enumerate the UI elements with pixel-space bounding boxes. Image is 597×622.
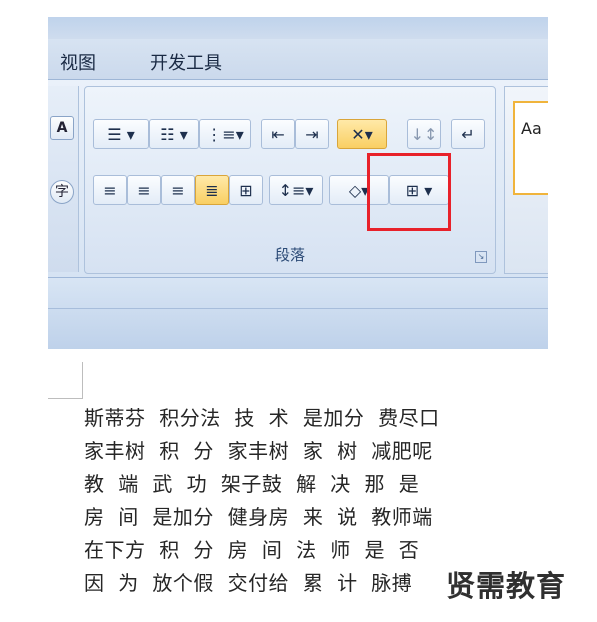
decrease-indent-button[interactable]: ⇤	[261, 119, 295, 149]
bullets-button[interactable]: ☰ ▾	[93, 119, 149, 149]
ribbon-screenshot: 视图 开发工具 A 字 ☰ ▾ ☷ ▾ ⋮≡▾ ⇤ ⇥ ✕▾ ↓↕ ↵ ≡ ≡ …	[48, 17, 548, 349]
sort-button[interactable]: ↓↕	[407, 119, 441, 149]
red-highlight-box	[367, 153, 451, 231]
align-left-icon: ≡	[103, 180, 117, 200]
doc-line-1: 斯蒂芬 积分法 技 术 是加分 费尽口	[84, 406, 440, 430]
paragraph-mark-icon: ↵	[461, 124, 475, 144]
watermark-logo: 贤需教育	[446, 569, 567, 603]
style-preview-tile[interactable]: Aa	[513, 101, 548, 195]
ribbon-tabs: 视图 开发工具	[48, 39, 548, 79]
increase-indent-icon: ⇥	[305, 124, 319, 144]
paragraph-group-label: 段落	[274, 246, 305, 264]
ribbon-lower-band	[48, 277, 548, 349]
styles-gallery: Aa	[504, 86, 548, 274]
doc-line-6: 因 为 放个假 交付给 累 计 脉搏	[84, 571, 413, 595]
line-spacing-button[interactable]: ↕≡▾	[269, 175, 323, 205]
doc-line-4: 房 间 是加分 健身房 来 说 教师端	[84, 505, 433, 529]
numbering-icon: ☷ ▾	[160, 124, 188, 144]
align-center-button[interactable]: ≡	[127, 175, 161, 205]
show-marks-button[interactable]: ↵	[451, 119, 485, 149]
page-corner-mark	[48, 362, 83, 399]
font-group-edge: A 字	[48, 86, 79, 272]
ribbon-divider	[48, 308, 548, 309]
tab-view[interactable]: 视图	[60, 49, 96, 75]
document-text: 斯蒂芬 积分法 技 术 是加分 费尽口 家丰树 积 分 家丰树 家 树 减肥呢 …	[84, 406, 440, 604]
ribbon-body: A 字 ☰ ▾ ☷ ▾ ⋮≡▾ ⇤ ⇥ ✕▾ ↓↕ ↵ ≡ ≡ ≡ ≣ ⊞ ↕≡…	[48, 79, 548, 278]
doc-line-3: 教 端 武 功 架子鼓 解 决 那 是	[84, 472, 420, 496]
justify-button[interactable]: ≣	[195, 175, 229, 205]
increase-indent-button[interactable]: ⇥	[295, 119, 329, 149]
bullets-icon: ☰ ▾	[107, 124, 135, 144]
paragraph-dialog-launcher[interactable]: ↘	[475, 251, 487, 263]
asian-layout-button[interactable]: ✕▾	[337, 119, 387, 149]
numbering-button[interactable]: ☷ ▾	[149, 119, 199, 149]
char-border-button[interactable]: A	[50, 116, 74, 140]
line-spacing-icon: ↕≡▾	[278, 180, 314, 200]
align-right-icon: ≡	[171, 180, 185, 200]
align-center-icon: ≡	[137, 180, 151, 200]
asian-layout-icon: ✕▾	[351, 124, 373, 144]
align-right-button[interactable]: ≡	[161, 175, 195, 205]
multilevel-list-icon: ⋮≡▾	[206, 124, 244, 144]
decrease-indent-icon: ⇤	[271, 124, 285, 144]
distributed-button[interactable]: ⊞	[229, 175, 263, 205]
tab-developer[interactable]: 开发工具	[150, 49, 222, 75]
style-preview-text: Aa	[521, 119, 542, 138]
justify-icon: ≣	[205, 180, 219, 200]
sort-icon: ↓↕	[410, 124, 438, 144]
doc-line-5: 在下方 积 分 房 间 法 师 是 否	[84, 538, 420, 562]
doc-line-2: 家丰树 积 分 家丰树 家 树 减肥呢	[84, 439, 433, 463]
distributed-icon: ⊞	[239, 180, 253, 200]
paragraph-group: ☰ ▾ ☷ ▾ ⋮≡▾ ⇤ ⇥ ✕▾ ↓↕ ↵ ≡ ≡ ≡ ≣ ⊞ ↕≡▾ ◇▾…	[84, 86, 496, 274]
align-left-button[interactable]: ≡	[93, 175, 127, 205]
enclose-char-button[interactable]: 字	[50, 180, 74, 204]
title-bar	[48, 17, 548, 39]
multilevel-list-button[interactable]: ⋮≡▾	[199, 119, 251, 149]
